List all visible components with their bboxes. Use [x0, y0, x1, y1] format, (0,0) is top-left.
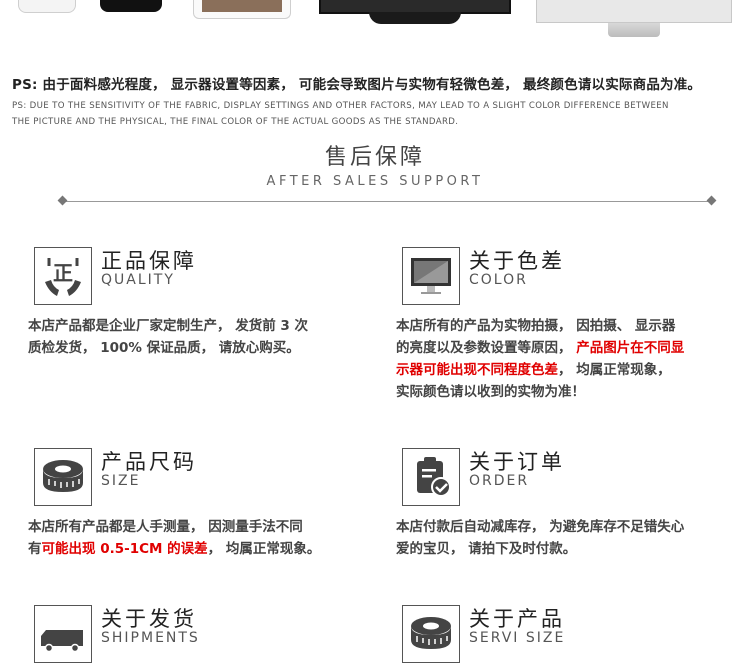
desc-highlight: 产品图片在不同显: [576, 340, 685, 356]
feature-subtitle: ORDER: [469, 473, 530, 489]
truck-icon: [34, 605, 92, 663]
feature-title: 关于发货: [101, 607, 197, 631]
desc-line: 本店付款后自动减库存， 为避免库存不足错失心: [396, 519, 685, 535]
desc-highlight: 可能出现 0.5-1CM 的误差: [41, 541, 208, 557]
feature-description: 本店所有的产品为实物拍摄， 因拍摄、 显示器 的亮度以及参数设置等原因， 产品图…: [396, 315, 750, 403]
feature-title: 正品保障: [101, 249, 197, 273]
feature-title: 关于订单: [469, 450, 565, 474]
svg-text:正: 正: [53, 261, 73, 285]
ps-notice-en: PS: DUE TO THE SENSITIVITY OF THE FABRIC…: [12, 98, 742, 130]
desc-text: ， 均属正常现象。: [207, 541, 321, 557]
desc-line: 质检发货， 100% 保证品质， 请放心购买。: [28, 340, 300, 356]
feature-description: 本店付款后自动减库存， 为避免库存不足错失心 爱的宝贝， 请拍下及时付款。: [396, 516, 750, 560]
feature-title: 关于色差: [469, 249, 565, 273]
desc-line: 本店产品都是企业厂家定制生产， 发货前 3 次: [28, 318, 308, 334]
ps-notice-en-line1: PS: DUE TO THE SENSITIVITY OF THE FABRIC…: [12, 101, 669, 111]
tape-measure-icon: [402, 605, 460, 663]
feature-subtitle: QUALITY: [101, 272, 175, 288]
tablet-image: [193, 0, 291, 19]
desc-line: 的亮度以及参数设置等原因， 产品图片在不同显: [396, 337, 750, 359]
section-subtitle: AFTER SALES SUPPORT: [266, 174, 484, 189]
feature-subtitle: SHIPMENTS: [101, 630, 200, 646]
feature-description: 本店产品都是企业厂家定制生产， 发货前 3 次 质检发货， 100% 保证品质，…: [28, 315, 308, 359]
feature-subtitle: SERVI SIZE: [469, 630, 566, 646]
tape-measure-icon: [34, 448, 92, 506]
section-title: 售后保障: [324, 145, 425, 170]
quality-hands-icon: 正: [34, 247, 92, 305]
feature-description: 本店所有产品都是人手测量， 因测量手法不同 有可能出现 0.5-1CM 的误差，…: [28, 516, 320, 560]
feature-subtitle: SIZE: [101, 473, 141, 489]
desc-text: 有: [28, 541, 42, 557]
feature-title: 产品尺码: [101, 450, 197, 474]
feature-title: 关于产品: [469, 607, 565, 631]
desc-line: 爱的宝贝， 请拍下及时付款。: [396, 541, 577, 557]
ps-notice-cn: PS: 由于面料感光程度， 显示器设置等因素， 可能会导致图片与实物有轻微色差，…: [12, 77, 702, 93]
desc-line: 实际颜色请以收到的实物为准！: [396, 384, 585, 400]
desc-highlight: 示器可能出现不同程度色差: [396, 362, 558, 378]
desc-line: 示器可能出现不同程度色差， 均属正常现象，: [396, 359, 750, 381]
imac-image: [536, 0, 732, 40]
desc-text: 的亮度以及参数设置等原因，: [396, 340, 577, 356]
desc-line: 有可能出现 0.5-1CM 的误差， 均属正常现象。: [28, 538, 320, 560]
feature-subtitle: COLOR: [469, 272, 528, 288]
white-phone-image: [18, 0, 76, 13]
black-phone-image: [100, 0, 162, 12]
ps-notice-en-line2: THE PICTURE AND THE PHYSICAL, THE FINAL …: [12, 117, 459, 127]
divider-left-diamond: [57, 195, 68, 206]
divider-right-diamond: [706, 195, 717, 206]
clipboard-check-icon: [402, 448, 460, 506]
desc-text: ， 均属正常现象，: [558, 362, 671, 378]
monitor-image: [319, 0, 511, 24]
section-divider: [57, 195, 717, 206]
monitor-icon: [402, 247, 460, 305]
desc-line: 本店所有产品都是人手测量， 因测量手法不同: [28, 519, 303, 535]
desc-line: 本店所有的产品为实物拍摄， 因拍摄、 显示器: [396, 318, 676, 334]
